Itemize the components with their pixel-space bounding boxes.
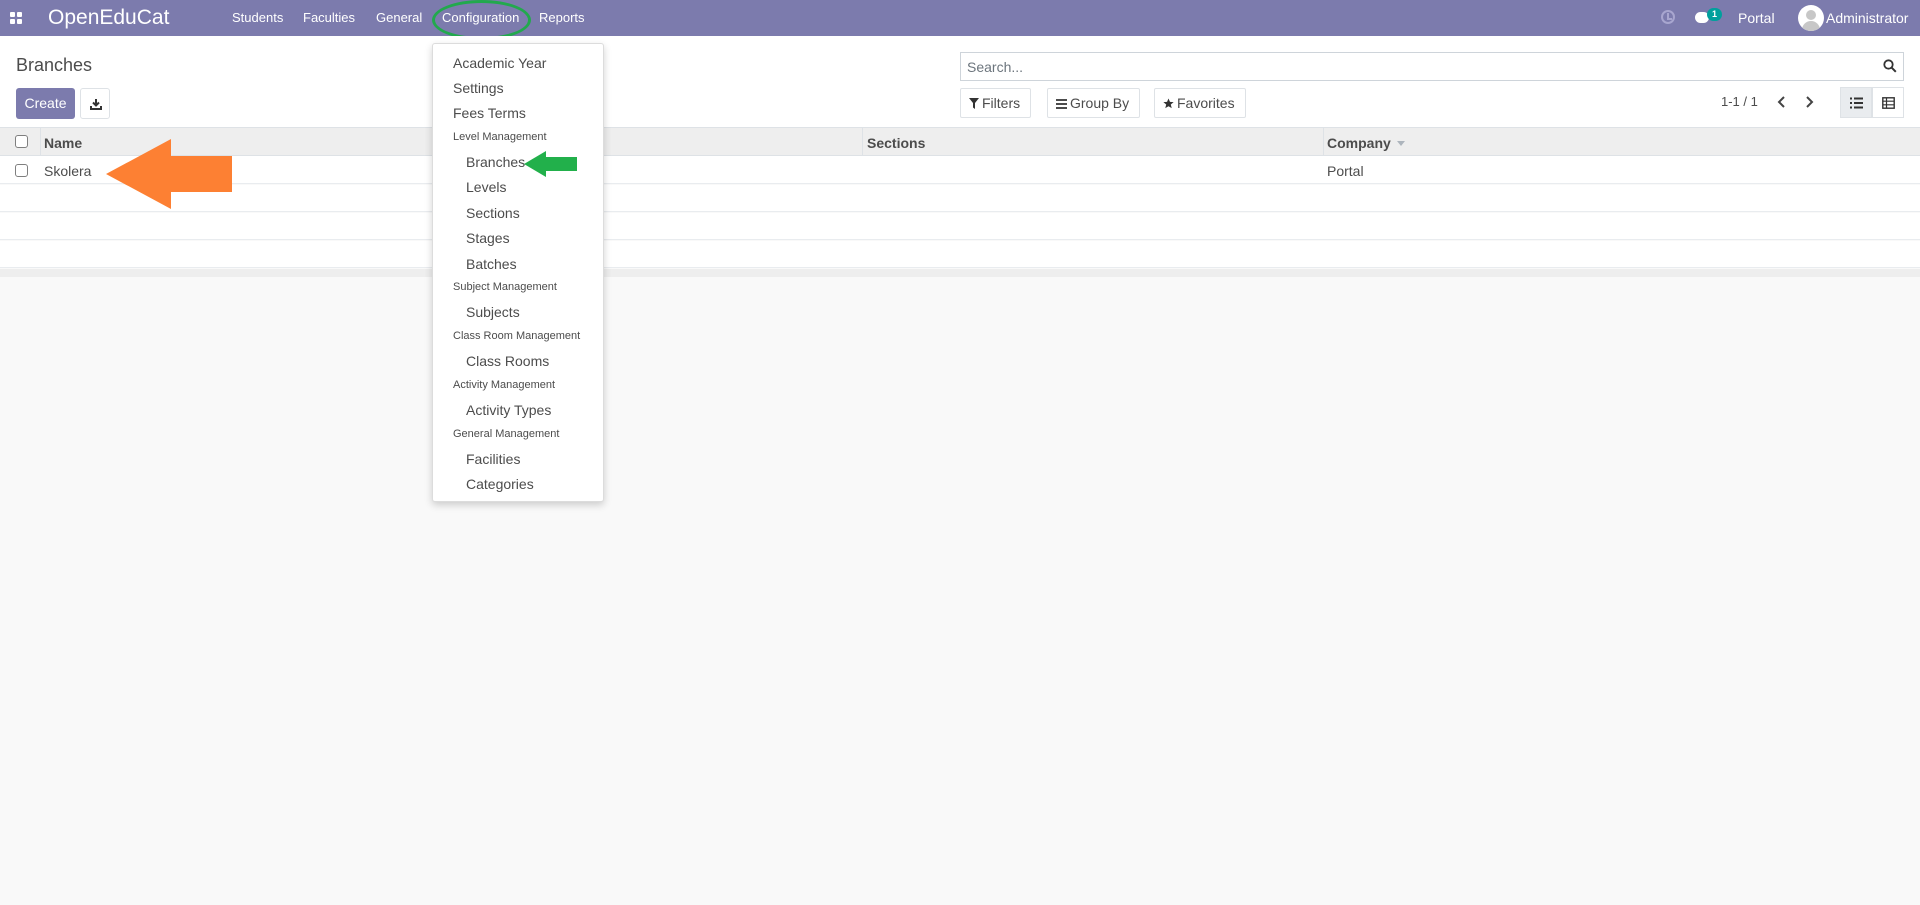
menu-item-facilities[interactable]: Facilities [466,451,520,467]
menu-item-categories[interactable]: Categories [466,476,534,492]
menu-faculties[interactable]: Faculties [303,10,355,25]
user-avatar[interactable] [1798,5,1824,31]
table-view-icon [1882,97,1895,109]
sort-caret-icon [1396,141,1405,146]
user-menu[interactable]: Administrator [1826,10,1908,26]
filter-icon [969,98,979,109]
activity-clock-icon[interactable] [1661,10,1675,24]
filters-label: Filters [982,95,1021,111]
menu-item-sections[interactable]: Sections [466,205,520,221]
message-count-badge: 1 [1707,8,1722,21]
cell-company: Portal [1327,163,1364,179]
search-box [960,52,1904,81]
menu-item-batches[interactable]: Batches [466,256,517,272]
download-icon [90,99,102,110]
menu-item-stages[interactable]: Stages [466,230,510,246]
group-by-icon [1056,99,1067,109]
pager-previous-icon[interactable] [1774,94,1790,110]
control-panel: Branches Create Filters Group By Favorit… [0,36,1920,128]
group-by-label: Group By [1070,95,1130,111]
configuration-dropdown: Academic Year Settings Fees Terms Level … [432,43,604,502]
menu-section-subject-management: Subject Management [453,281,557,293]
column-header-company-label: Company [1327,135,1391,151]
table-header: Name Sections Company [0,128,1920,156]
pivot-view-button[interactable] [1872,87,1904,118]
table-row[interactable]: Skolera Portal [0,156,1920,184]
group-by-button[interactable]: Group By [1047,88,1141,118]
empty-row [0,213,1920,240]
menu-general[interactable]: General [376,10,422,25]
empty-row [0,241,1920,268]
list-view-button[interactable] [1840,87,1872,118]
configuration-highlight-circle [432,0,531,40]
column-divider [40,128,41,156]
favorites-button[interactable]: Favorites [1154,88,1246,118]
search-icon[interactable] [1883,59,1897,73]
menu-item-activity-types[interactable]: Activity Types [466,402,551,418]
search-input[interactable] [967,59,1847,75]
column-header-name[interactable]: Name [44,135,82,151]
menu-item-subjects[interactable]: Subjects [466,304,520,320]
menu-item-fees-terms[interactable]: Fees Terms [453,105,526,121]
annotation-arrow-left-orange-icon [106,139,232,209]
list-view-icon [1850,97,1863,109]
column-divider [1323,128,1324,156]
annotation-arrow-left-green-icon [524,151,577,177]
create-button[interactable]: Create [16,88,75,119]
menu-section-activity-management: Activity Management [453,379,556,391]
brand-name[interactable]: OpenEduCat [48,6,169,30]
menu-item-academic-year[interactable]: Academic Year [453,55,546,71]
favorites-label: Favorites [1177,95,1235,111]
menu-section-level-management: Level Management [453,131,547,143]
menu-item-branches[interactable]: Branches [466,154,525,170]
pager-next-icon[interactable] [1801,94,1817,110]
menu-item-settings[interactable]: Settings [453,80,504,96]
filters-button[interactable]: Filters [960,88,1032,118]
apps-menu-icon[interactable] [10,12,22,24]
menu-item-levels[interactable]: Levels [466,179,506,195]
table-footer [0,269,1920,277]
menu-section-general-management: General Management [453,428,560,440]
breadcrumb-title: Branches [16,55,93,75]
row-checkbox[interactable] [15,164,28,177]
menu-item-class-rooms[interactable]: Class Rooms [466,353,549,369]
company-switcher[interactable]: Portal [1738,10,1775,26]
menu-section-class-room-management: Class Room Management [453,330,581,342]
column-header-sections[interactable]: Sections [867,135,925,151]
cell-name: Skolera [44,163,92,179]
menu-students[interactable]: Students [232,10,283,25]
menu-reports[interactable]: Reports [539,10,585,25]
star-icon [1163,98,1174,109]
column-divider [862,128,863,156]
select-all-checkbox[interactable] [15,135,28,148]
pager-value[interactable]: 1-1 / 1 [1721,94,1758,109]
column-header-company[interactable]: Company [1327,135,1405,151]
export-button[interactable] [80,88,110,119]
empty-row [0,185,1920,212]
top-navbar: OpenEduCat Students Faculties General Co… [0,0,1920,40]
